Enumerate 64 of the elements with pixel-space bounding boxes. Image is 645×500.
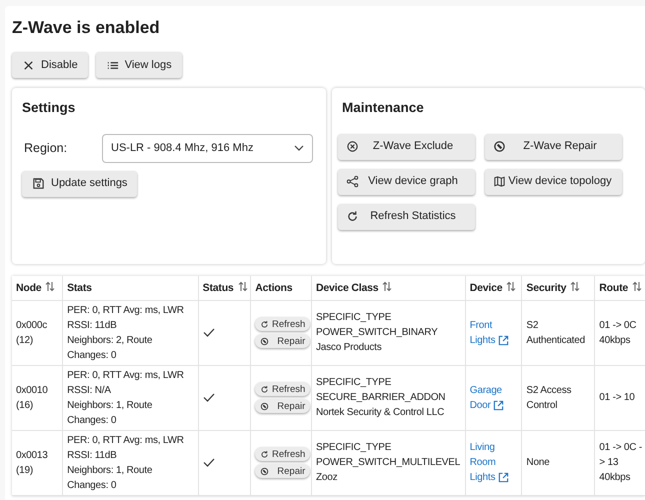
region-select[interactable]: US-LR - 908.4 Mhz, 916 Mhz — [102, 134, 313, 163]
table-cell: 01 -> 0C 40kbps — [594, 300, 645, 366]
table-cell: None — [522, 430, 595, 496]
chevron-down-icon — [294, 145, 304, 152]
external-link-icon — [493, 400, 504, 411]
view-logs-button[interactable]: View logs — [96, 52, 182, 78]
page-title: Z-Wave is enabled — [12, 18, 161, 38]
table-cell: 0x000c (12) — [12, 300, 63, 366]
table-cell: SPECIFIC_TYPE POWER_SWITCH_BINARY Jasco Products — [311, 300, 466, 366]
maintenance-button[interactable]: Z-Wave Repair — [485, 134, 622, 160]
close-icon — [22, 58, 35, 72]
card-title: Settings — [22, 100, 76, 117]
external-link-icon — [498, 472, 509, 484]
table-cell: SPECIFIC_TYPE POWER_SWITCH_MULTILEVEL Zooz — [311, 430, 466, 496]
sort-icon[interactable] — [632, 280, 642, 292]
device-link[interactable]: Front Lights — [470, 318, 518, 348]
column-header[interactable]: Node — [12, 276, 63, 300]
refresh-button[interactable]: Refresh — [255, 447, 310, 462]
sort-icon[interactable] — [506, 280, 516, 292]
refresh-icon — [260, 384, 270, 394]
table-cell: 0x0010 (16) — [12, 365, 63, 430]
table-cell: S2 Access Control — [522, 365, 595, 430]
repair-button[interactable]: Repair — [255, 334, 310, 348]
table-cell: PER: 0, RTT Avg: ms, LWR RSSI: 11dB Neighbors: 1, Route Changes: 0 — [62, 430, 198, 496]
share-icon — [346, 175, 359, 188]
refresh-button[interactable]: Refresh — [255, 317, 310, 332]
sort-icon[interactable] — [238, 280, 248, 292]
column-header: Stats — [62, 276, 198, 300]
sort-icon[interactable] — [570, 280, 580, 292]
field-label: Region: — [23, 140, 68, 157]
column-header[interactable]: Status — [198, 276, 251, 300]
circle-x-icon — [346, 140, 359, 154]
floppy-icon — [32, 177, 45, 190]
map-icon — [493, 175, 506, 188]
table-cell: 01 -> 0C -> 13 40kbps — [594, 430, 645, 496]
maintenance-button[interactable]: Refresh Statistics — [338, 204, 475, 230]
table-cell: SPECIFIC_TYPE SECURE_BARRIER_ADDON Nortek Security & Control LLC — [311, 365, 466, 430]
repair-button[interactable]: Repair — [255, 399, 310, 414]
maintenance-button[interactable]: View device topology — [485, 168, 622, 195]
table-cell: PER: 0, RTT Avg: ms, LWR RSSI: N/A Neighbors: 1, Route Changes: 0 — [62, 365, 198, 430]
table-cell: PER: 0, RTT Avg: ms, LWR RSSI: 11dB Neighbors: 2, Route Changes: 0 — [62, 300, 198, 366]
refresh-icon — [260, 320, 270, 329]
card-title: Maintenance — [341, 100, 425, 117]
column-header[interactable]: Security — [522, 276, 595, 300]
maintenance-button[interactable]: View device graph — [338, 168, 475, 195]
refresh-button[interactable]: Refresh — [255, 382, 310, 396]
table-cell: 01 -> 10 — [594, 365, 645, 430]
column-header: Actions — [250, 276, 312, 300]
device-link[interactable]: Living Room Lights — [470, 440, 518, 486]
column-header[interactable]: Device — [465, 276, 522, 300]
external-link-icon — [498, 334, 509, 346]
maintenance-button[interactable]: Z-Wave Exclude — [338, 134, 475, 160]
device-link[interactable]: Garage Door — [470, 382, 518, 413]
update-settings-button[interactable]: Update settings — [22, 170, 138, 197]
column-header[interactable]: Device Class — [311, 276, 466, 300]
column-header[interactable]: Route — [594, 276, 645, 300]
refresh-icon — [346, 210, 359, 224]
refresh-icon — [260, 450, 270, 459]
table-cell: 0x0013 (19) — [12, 430, 63, 496]
sort-icon[interactable] — [45, 280, 56, 292]
table-cell: S2 Authenticated — [522, 300, 595, 366]
sort-icon[interactable] — [382, 280, 392, 292]
disable-button[interactable]: Disable — [12, 52, 88, 78]
repair-button[interactable]: Repair — [255, 464, 310, 478]
